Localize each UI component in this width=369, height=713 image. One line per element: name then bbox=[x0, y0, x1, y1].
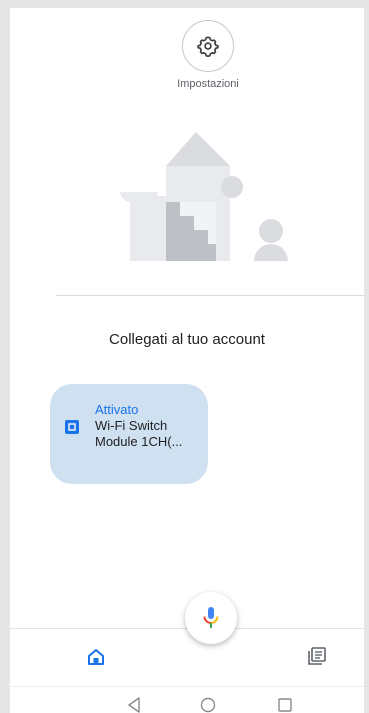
switch-icon bbox=[65, 420, 79, 434]
system-home-button[interactable] bbox=[200, 697, 216, 713]
device-card[interactable]: Attivato Wi-Fi Switch Module 1CH(... bbox=[50, 384, 208, 484]
assistant-mic-button[interactable] bbox=[185, 592, 237, 644]
home-circle-icon bbox=[200, 697, 216, 713]
home-icon bbox=[88, 649, 104, 665]
device-status: Attivato bbox=[95, 402, 139, 417]
home-screen: Impostazioni Collegati al tuo account At… bbox=[10, 8, 364, 713]
system-back-button[interactable] bbox=[127, 697, 141, 713]
recents-square-icon bbox=[278, 698, 292, 712]
back-triangle-icon bbox=[128, 697, 140, 713]
system-recents-button[interactable] bbox=[278, 698, 292, 713]
mic-icon bbox=[203, 607, 219, 628]
feed-icon bbox=[308, 647, 326, 665]
nav-home-tab[interactable] bbox=[87, 648, 105, 671]
nav-feed-tab[interactable] bbox=[307, 646, 327, 671]
settings-button[interactable] bbox=[182, 20, 234, 72]
gear-icon bbox=[197, 36, 219, 57]
divider bbox=[56, 295, 364, 296]
device-name: Wi-Fi Switch Module 1CH(... bbox=[95, 418, 183, 449]
settings-label: Impostazioni bbox=[177, 78, 239, 90]
connect-account-title: Collegati al tuo account bbox=[109, 331, 265, 348]
system-nav-divider bbox=[10, 686, 364, 687]
home-illustration bbox=[120, 132, 288, 261]
